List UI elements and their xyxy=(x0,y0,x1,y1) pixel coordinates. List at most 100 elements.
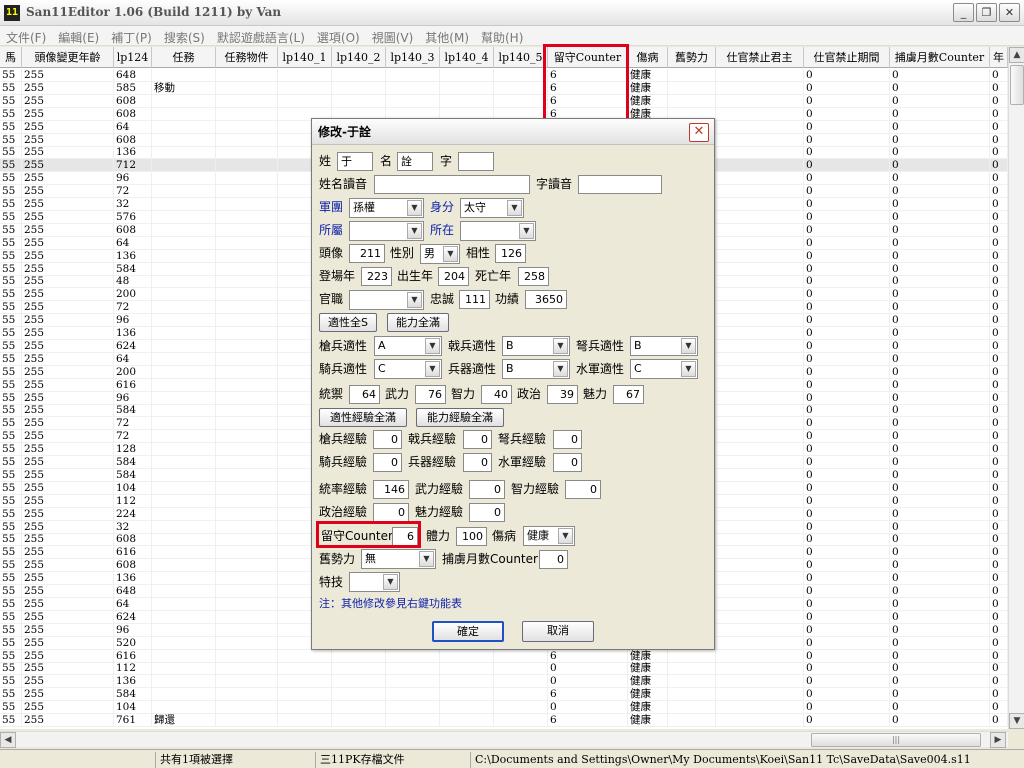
skill-select[interactable]: ▼ xyxy=(349,572,400,592)
cancel-button[interactable]: 取消 xyxy=(522,621,594,642)
aptitude-all-s-button[interactable]: 適性全S xyxy=(319,313,377,332)
column-header-lp124[interactable]: lp124 xyxy=(114,47,152,68)
belong-select[interactable]: ▼ xyxy=(349,221,424,241)
maximize-button[interactable]: ❐ xyxy=(976,3,997,22)
halberd-exp-field[interactable]: 0 xyxy=(463,430,492,449)
appear-year-field[interactable]: 223 xyxy=(361,267,392,286)
column-header-lp140-4[interactable]: lp140_4 xyxy=(440,47,494,68)
navy-aptitude-select[interactable]: C ▼ xyxy=(630,359,698,379)
chevron-down-icon[interactable]: ▼ xyxy=(507,200,522,216)
chevron-down-icon[interactable]: ▼ xyxy=(419,551,434,567)
portrait-field[interactable]: 211 xyxy=(349,244,385,263)
chevron-down-icon[interactable]: ▼ xyxy=(425,361,440,377)
ok-button[interactable]: 確定 xyxy=(432,621,504,642)
menu-view[interactable]: 視圖(V) xyxy=(366,26,420,45)
column-header-horse[interactable]: 馬 xyxy=(0,47,22,68)
war-exp-field[interactable]: 0 xyxy=(469,480,505,499)
chevron-down-icon[interactable]: ▼ xyxy=(407,223,422,239)
loyalty-field[interactable]: 111 xyxy=(459,290,490,309)
birth-year-field[interactable]: 204 xyxy=(438,267,469,286)
chevron-down-icon[interactable]: ▼ xyxy=(553,361,568,377)
leadership-exp-field[interactable]: 146 xyxy=(373,480,409,499)
politics-field[interactable]: 39 xyxy=(547,385,578,404)
captive-counter-field[interactable]: 0 xyxy=(539,550,568,569)
chevron-down-icon[interactable]: ▼ xyxy=(383,574,398,590)
politics-exp-field[interactable]: 0 xyxy=(373,503,409,522)
column-header-lp140-2[interactable]: lp140_2 xyxy=(332,47,386,68)
column-header-lp140-5[interactable]: lp140_5 xyxy=(494,47,548,68)
stats-exp-max-button[interactable]: 能力經驗全滿 xyxy=(416,408,504,427)
location-select[interactable]: ▼ xyxy=(460,221,536,241)
menu-patch[interactable]: 補丁(P) xyxy=(105,26,158,45)
navy-exp-field[interactable]: 0 xyxy=(553,453,582,472)
column-header-lp140-1[interactable]: lp140_1 xyxy=(278,47,332,68)
surname-field[interactable]: 于 xyxy=(337,152,373,171)
spear-aptitude-select[interactable]: A ▼ xyxy=(374,336,442,356)
halberd-aptitude-select[interactable]: B ▼ xyxy=(502,336,570,356)
charisma-exp-field[interactable]: 0 xyxy=(469,503,505,522)
table-row[interactable]: 55 255 104 0 健康 0 0 0 xyxy=(0,701,1008,715)
intelligence-field[interactable]: 40 xyxy=(481,385,512,404)
status-select[interactable]: 太守 ▼ xyxy=(460,198,524,218)
vertical-scroll-thumb[interactable] xyxy=(1010,65,1024,105)
chevron-down-icon[interactable]: ▼ xyxy=(558,528,573,544)
dialog-close-icon[interactable]: ✕ xyxy=(689,123,709,142)
scroll-up-icon[interactable]: ▲ xyxy=(1009,47,1024,63)
column-header-portrait-age[interactable]: 頭像變更年齡 xyxy=(22,47,114,68)
minimize-button[interactable]: _ xyxy=(953,3,974,22)
chevron-down-icon[interactable]: ▼ xyxy=(443,246,458,262)
chevron-down-icon[interactable]: ▼ xyxy=(425,338,440,354)
chevron-down-icon[interactable]: ▼ xyxy=(519,223,534,239)
menu-edit[interactable]: 編輯(E) xyxy=(52,26,105,45)
horizontal-scrollbar[interactable]: ◀ ||| ▶ xyxy=(0,731,1008,748)
given-name-field[interactable]: 詮 xyxy=(397,152,433,171)
column-header-task[interactable]: 任務 xyxy=(152,47,216,68)
cavalry-aptitude-select[interactable]: C ▼ xyxy=(374,359,442,379)
chevron-down-icon[interactable]: ▼ xyxy=(407,200,422,216)
gender-select[interactable]: 男 ▼ xyxy=(420,244,460,264)
affinity-field[interactable]: 126 xyxy=(495,244,526,263)
rank-select[interactable]: ▼ xyxy=(349,290,424,310)
intelligence-exp-field[interactable]: 0 xyxy=(565,480,601,499)
table-row[interactable]: 55 255 136 0 健康 0 0 0 xyxy=(0,675,1008,689)
chevron-down-icon[interactable]: ▼ xyxy=(407,292,422,308)
column-header-no-serve-period[interactable]: 仕官禁止期間 xyxy=(804,47,890,68)
column-header-injury[interactable]: 傷病 xyxy=(628,47,668,68)
charisma-field[interactable]: 67 xyxy=(613,385,644,404)
vertical-scrollbar[interactable]: ▲ ▼ xyxy=(1008,47,1024,729)
siege-aptitude-select[interactable]: B ▼ xyxy=(502,359,570,379)
table-row[interactable]: 55 255 112 0 健康 0 0 0 xyxy=(0,662,1008,676)
style-reading-field[interactable] xyxy=(578,175,662,194)
column-header-captive-months[interactable]: 捕虜月數Counter xyxy=(890,47,990,68)
table-row[interactable]: 55 255 761 歸還 6 健康 0 0 0 xyxy=(0,714,1008,727)
cavalry-exp-field[interactable]: 0 xyxy=(373,453,402,472)
chevron-down-icon[interactable]: ▼ xyxy=(681,338,696,354)
merit-field[interactable]: 3650 xyxy=(525,290,567,309)
column-header-no-serve-lord[interactable]: 仕官禁止君主 xyxy=(716,47,804,68)
horizontal-scroll-thumb[interactable]: ||| xyxy=(811,733,981,747)
scroll-left-icon[interactable]: ◀ xyxy=(0,732,16,748)
bow-aptitude-select[interactable]: B ▼ xyxy=(630,336,698,356)
scroll-down-icon[interactable]: ▼ xyxy=(1009,713,1024,729)
column-header-task-object[interactable]: 任務物件 xyxy=(216,47,278,68)
hp-field[interactable]: 100 xyxy=(456,527,487,546)
stats-max-button[interactable]: 能力全滿 xyxy=(387,313,449,332)
column-header-lp140-3[interactable]: lp140_3 xyxy=(386,47,440,68)
menu-language[interactable]: 默認遊戲語言(L) xyxy=(211,26,311,45)
chevron-down-icon[interactable]: ▼ xyxy=(681,361,696,377)
table-row[interactable]: 55 255 585 移動 6 健康 0 0 0 xyxy=(0,81,1008,95)
menu-file[interactable]: 文件(F) xyxy=(0,26,52,45)
close-button[interactable]: ✕ xyxy=(999,3,1020,22)
death-year-field[interactable]: 258 xyxy=(518,267,549,286)
spear-exp-field[interactable]: 0 xyxy=(373,430,402,449)
menu-options[interactable]: 選項(O) xyxy=(311,26,366,45)
leadership-field[interactable]: 64 xyxy=(349,385,380,404)
column-header-year[interactable]: 年 xyxy=(990,47,1008,68)
chevron-down-icon[interactable]: ▼ xyxy=(553,338,568,354)
siege-exp-field[interactable]: 0 xyxy=(463,453,492,472)
scroll-right-icon[interactable]: ▶ xyxy=(990,732,1006,748)
aptitude-exp-max-button[interactable]: 適性經驗全滿 xyxy=(319,408,407,427)
column-header-old-force[interactable]: 舊勢力 xyxy=(668,47,716,68)
table-row[interactable]: 55 255 584 6 健康 0 0 0 xyxy=(0,688,1008,702)
menu-search[interactable]: 搜索(S) xyxy=(158,26,211,45)
